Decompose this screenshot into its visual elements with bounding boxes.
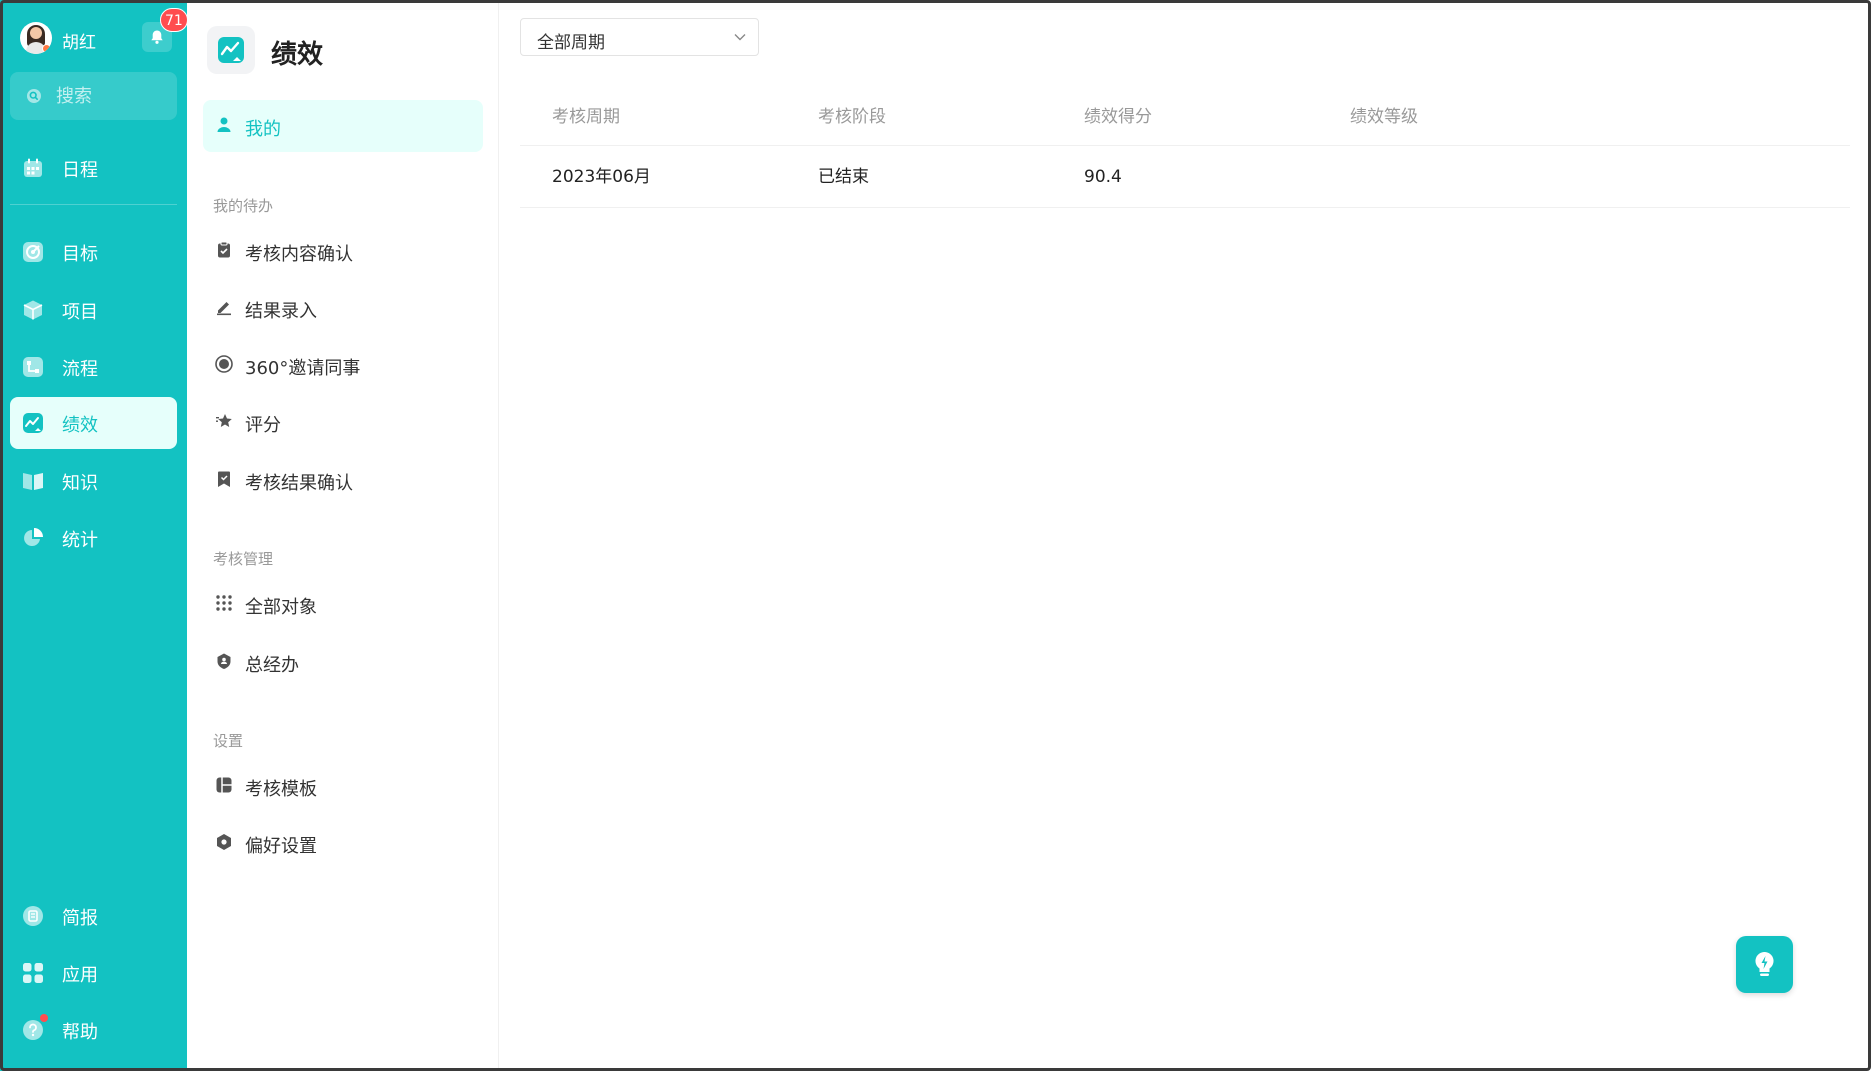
help-icon xyxy=(23,1020,43,1040)
chevron-down-icon xyxy=(734,34,746,41)
nav-item-workflow[interactable]: 流程 xyxy=(10,341,177,393)
sub-nav-result-entry[interactable]: 结果录入 xyxy=(203,282,483,334)
lightbulb-icon xyxy=(1755,951,1774,976)
user-icon xyxy=(217,117,231,132)
sub-nav-label: 我的 xyxy=(245,119,281,140)
nav-label-performance: 绩效 xyxy=(62,415,98,436)
header-period: 考核周期 xyxy=(552,107,620,127)
sub-nav-general-office[interactable]: 总经办 xyxy=(203,636,483,688)
sub-nav-all-objects[interactable]: 全部对象 xyxy=(203,578,483,630)
help-unread-dot xyxy=(40,1014,48,1022)
nav-label-knowledge: 知识 xyxy=(62,473,98,494)
nav-item-projects[interactable]: 项目 xyxy=(10,284,177,336)
performance-icon xyxy=(23,413,43,433)
sub-nav-preferences[interactable]: 偏好设置 xyxy=(203,817,483,869)
apps-grid-icon xyxy=(23,963,43,983)
sub-nav-label: 偏好设置 xyxy=(245,836,317,857)
nav-label-projects: 项目 xyxy=(62,302,98,323)
header-score: 绩效得分 xyxy=(1084,107,1152,127)
nav-item-statistics[interactable]: 统计 xyxy=(10,512,177,564)
dots-grid-icon xyxy=(216,595,232,611)
search-box[interactable] xyxy=(10,72,177,120)
nav-item-performance[interactable]: 绩效 xyxy=(10,397,177,449)
search-icon xyxy=(27,89,41,103)
nav-item-knowledge[interactable]: 知识 xyxy=(10,455,177,507)
sub-nav-360-invite[interactable]: 360°邀请同事 xyxy=(203,339,483,391)
sub-nav-template[interactable]: 考核模板 xyxy=(203,760,483,812)
nav-label-schedule: 日程 xyxy=(62,160,98,181)
nav-divider xyxy=(10,204,177,205)
nav-item-goals[interactable]: 目标 xyxy=(10,226,177,278)
cell-stage: 已结束 xyxy=(818,167,869,187)
target-icon xyxy=(23,242,43,262)
sub-nav-label: 全部对象 xyxy=(245,597,317,618)
primary-sidebar: 胡红 71 日程 目标 xyxy=(0,0,188,1071)
nav-label-briefing: 简报 xyxy=(62,908,98,929)
nav-label-apps: 应用 xyxy=(62,965,98,986)
notification-badge: 71 xyxy=(160,8,188,32)
group-label-todo: 我的待办 xyxy=(213,197,274,215)
performance-table: 考核周期 考核阶段 绩效得分 绩效等级 2023年06月 已结束 90.4 xyxy=(520,88,1850,208)
edit-icon xyxy=(217,302,231,316)
cell-score: 90.4 xyxy=(1084,167,1122,187)
module-sidebar: 绩效 我的 我的待办 考核内容确认 结果录入 360°邀请同事 评分 考核结果确… xyxy=(187,0,499,1071)
template-icon xyxy=(216,777,232,793)
settings-hexagon-icon xyxy=(217,834,231,850)
tips-fab-button[interactable] xyxy=(1736,936,1793,993)
sub-nav-result-confirm[interactable]: 考核结果确认 xyxy=(203,454,483,506)
sub-nav-scoring[interactable]: 评分 xyxy=(203,396,483,448)
nav-label-goals: 目标 xyxy=(62,244,98,265)
bell-icon xyxy=(151,30,163,44)
radio-circle-icon xyxy=(215,355,233,373)
nav-item-schedule[interactable]: 日程 xyxy=(10,142,177,194)
search-input[interactable] xyxy=(56,84,166,108)
nav-item-apps[interactable]: 应用 xyxy=(10,947,177,999)
pie-chart-icon xyxy=(24,528,43,546)
sub-nav-label: 总经办 xyxy=(245,655,299,676)
nav-label-workflow: 流程 xyxy=(62,359,98,380)
sub-nav-label: 考核模板 xyxy=(245,779,317,800)
sub-nav-label: 结果录入 xyxy=(245,301,317,322)
sub-nav-label: 考核内容确认 xyxy=(245,244,353,265)
nav-item-help[interactable]: 帮助 xyxy=(10,1004,177,1056)
sub-nav-label: 评分 xyxy=(245,415,281,436)
header-grade: 绩效等级 xyxy=(1350,107,1418,127)
user-name: 胡红 xyxy=(62,33,96,53)
period-select[interactable]: 全部周期 xyxy=(520,18,759,56)
period-select-value: 全部周期 xyxy=(537,33,605,53)
briefing-icon xyxy=(23,906,43,926)
nav-label-help: 帮助 xyxy=(62,1022,98,1043)
star-icon xyxy=(216,414,232,427)
calendar-icon xyxy=(24,158,42,177)
nav-label-statistics: 统计 xyxy=(62,530,98,551)
table-row[interactable]: 2023年06月 已结束 90.4 xyxy=(520,146,1850,208)
bookmark-check-icon xyxy=(218,471,230,487)
table-header: 考核周期 考核阶段 绩效得分 绩效等级 xyxy=(520,88,1850,146)
module-title: 绩效 xyxy=(271,40,324,70)
sub-nav-content-confirm[interactable]: 考核内容确认 xyxy=(203,225,483,277)
main-content: 全部周期 考核周期 考核阶段 绩效得分 绩效等级 2023年06月 已结束 90… xyxy=(500,0,1871,1071)
sub-nav-mine[interactable]: 我的 xyxy=(203,100,483,152)
group-label-settings: 设置 xyxy=(213,732,244,750)
cube-icon xyxy=(23,300,43,320)
cell-period: 2023年06月 xyxy=(552,167,651,187)
sub-nav-label: 360°邀请同事 xyxy=(245,358,361,379)
module-icon xyxy=(207,26,255,74)
workflow-icon xyxy=(23,357,43,377)
sub-nav-label: 考核结果确认 xyxy=(245,473,353,494)
header-stage: 考核阶段 xyxy=(818,107,886,127)
performance-icon xyxy=(218,37,244,63)
nav-item-briefing[interactable]: 简报 xyxy=(10,890,177,942)
shield-user-icon xyxy=(217,653,231,669)
book-icon xyxy=(23,473,43,490)
clipboard-check-icon xyxy=(218,241,230,258)
avatar[interactable] xyxy=(20,22,52,54)
group-label-manage: 考核管理 xyxy=(213,550,274,568)
